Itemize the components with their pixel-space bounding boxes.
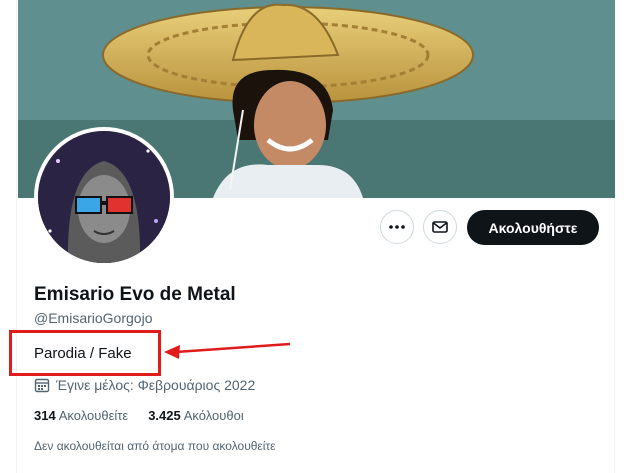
annotation-box	[9, 330, 161, 376]
joined-date: Έγινε μέλος: Φεβρουάριος 2022	[34, 377, 255, 393]
avatar[interactable]	[34, 127, 174, 267]
following-count: 314	[34, 408, 56, 423]
calendar-icon	[34, 378, 50, 393]
following-link[interactable]: 314 Ακολουθείτε	[34, 408, 128, 423]
followers-link[interactable]: 3.425 Ακόλουθοι	[148, 408, 244, 423]
annotation-arrow	[164, 342, 291, 359]
message-button[interactable]	[423, 210, 457, 244]
user-handle: @EmisarioGorgojo	[34, 310, 153, 326]
joined-text: Έγινε μέλος: Φεβρουάριος 2022	[56, 377, 256, 393]
following-label: Ακολουθείτε	[58, 408, 129, 423]
followers-label: Ακόλουθοι	[183, 408, 244, 423]
follow-button[interactable]: Ακολουθήστε	[467, 210, 599, 245]
more-icon	[389, 225, 405, 229]
followers-count: 3.425	[148, 408, 181, 423]
display-name: Emisario Evo de Metal	[34, 284, 236, 305]
more-button[interactable]	[380, 210, 414, 244]
envelope-icon	[432, 221, 448, 233]
follow-stats: 314 Ακολουθείτε 3.425 Ακόλουθοι	[34, 408, 244, 423]
followed-by-text: Δεν ακολουθείται από άτομα που ακολουθεί…	[34, 439, 276, 453]
